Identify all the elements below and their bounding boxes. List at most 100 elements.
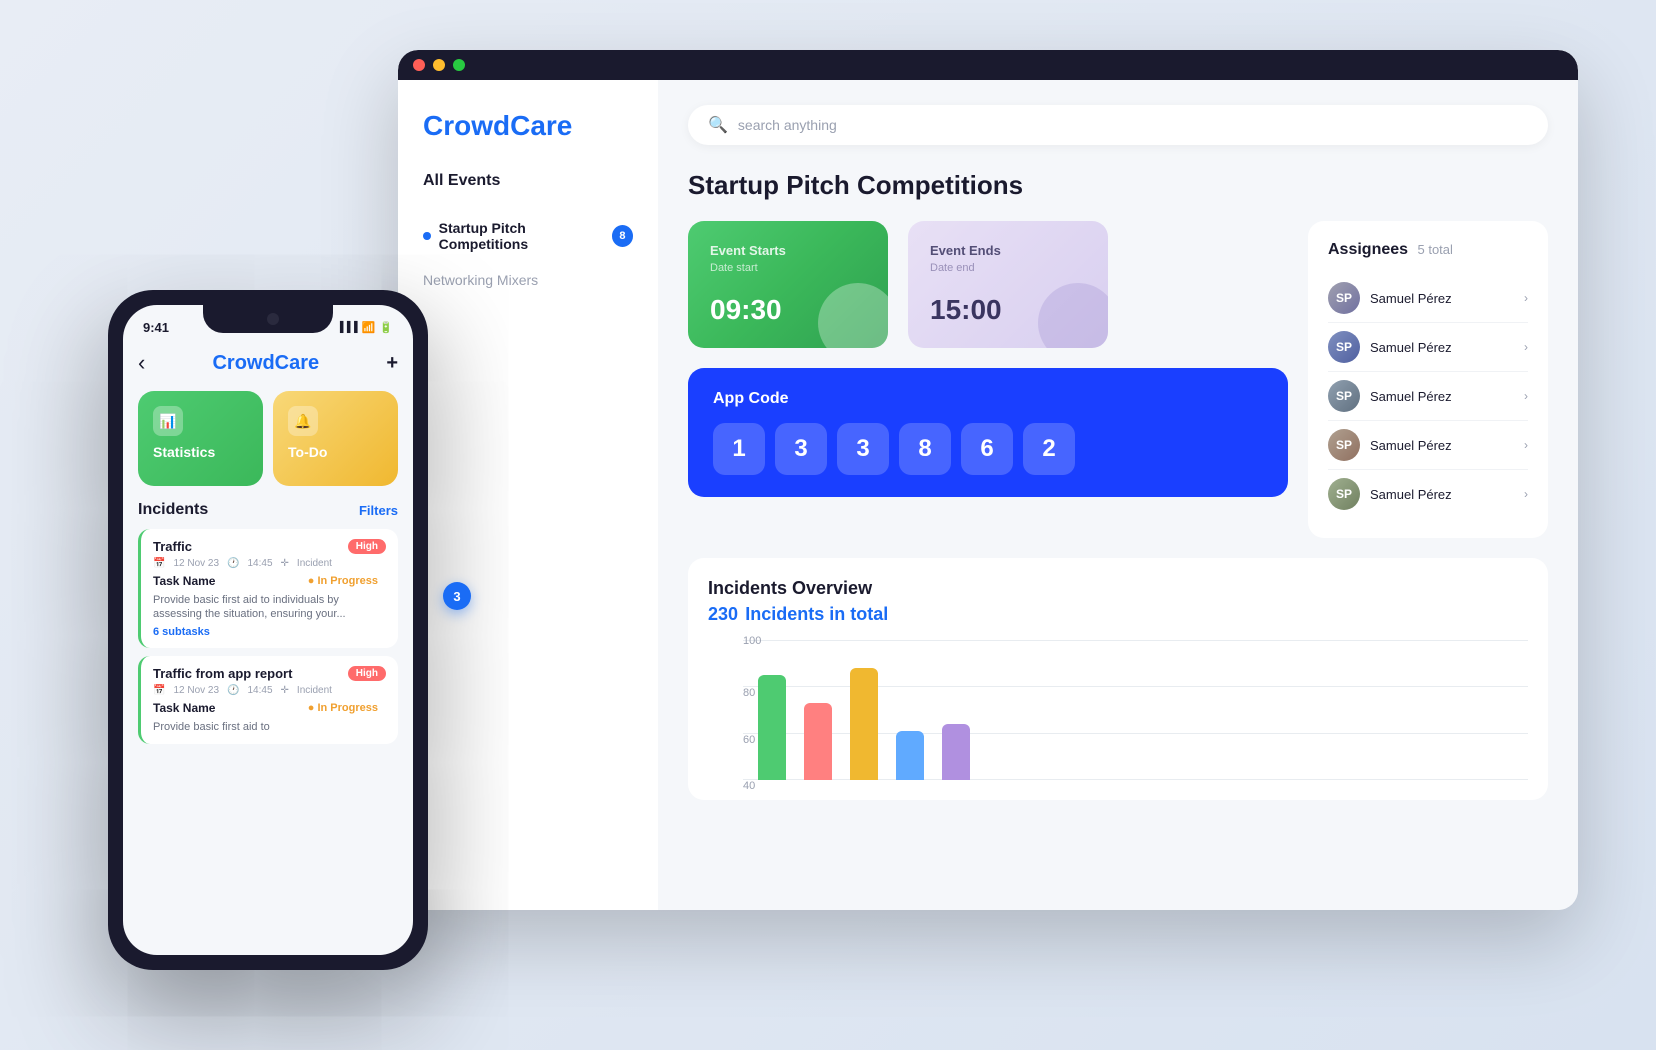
assignee-row-1[interactable]: SP Samuel Pérez › [1328, 323, 1528, 372]
mobile-card-label-0: Statistics [153, 444, 248, 460]
task-name-0: Task Name [153, 574, 215, 588]
task-name-1: Task Name [153, 701, 215, 715]
todo-icon: 🔔 [288, 406, 318, 436]
sidebar-section-title: All Events [423, 172, 633, 190]
back-button[interactable]: ‹ [138, 350, 145, 376]
mobile-card-statistics[interactable]: 📊 Statistics [138, 391, 263, 486]
mobile-incident-1[interactable]: Traffic from app report High 📅 12 Nov 23… [138, 656, 398, 744]
add-button[interactable]: + [386, 352, 398, 375]
camera-icon [267, 313, 279, 325]
mobile-phone: 9:41 ▐▐▐ 📶 🔋 ‹ CrowdCare + 📊 Statistics [108, 290, 428, 970]
y-label-40: 40 [743, 780, 755, 792]
assignee-row-4[interactable]: SP Samuel Pérez › [1328, 470, 1528, 518]
fullscreen-dot[interactable] [453, 59, 465, 71]
assignees-panel: Assignees 5 total SP Samuel Pérez › SP S… [1308, 221, 1548, 538]
incident-date-1: 12 Nov 23 [173, 685, 219, 696]
assignee-row-2[interactable]: SP Samuel Pérez › [1328, 372, 1528, 421]
event-end-sublabel: Date end [930, 262, 1086, 274]
chart-bar-0 [758, 675, 786, 780]
mobile-logo: CrowdCare [212, 352, 319, 375]
chart-bar-1 [804, 703, 832, 780]
incident-header-1: Traffic from app report High [153, 666, 386, 681]
event-start-label: Event Starts [710, 243, 866, 258]
assignee-avatar-2: SP [1328, 380, 1360, 412]
search-bar[interactable]: 🔍 search anything [688, 105, 1548, 145]
event-start-sublabel: Date start [710, 262, 866, 274]
assignee-name-3: Samuel Pérez [1370, 438, 1452, 453]
mobile-inner: 9:41 ▐▐▐ 📶 🔋 ‹ CrowdCare + 📊 Statistics [123, 305, 413, 955]
mobile-incidents-title: Incidents [138, 501, 208, 519]
sidebar-item-startup[interactable]: Startup Pitch Competitions 8 [423, 210, 633, 262]
incident-desc-1: Provide basic first aid to [153, 720, 386, 734]
incident-time-1: 14:45 [248, 685, 273, 696]
chevron-right-icon-3: › [1524, 389, 1528, 403]
wifi-icon: 📶 [362, 321, 376, 334]
assignee-name-1: Samuel Pérez [1370, 340, 1452, 355]
incidents-header: Incidents Overview [708, 578, 1528, 599]
incident-type-icon-2: ✛ [281, 685, 289, 696]
assignee-row-3[interactable]: SP Samuel Pérez › [1328, 421, 1528, 470]
event-cards-row: Event Starts Date start 09:30 Event Ends… [688, 221, 1288, 348]
incidents-count: 230 Incidents in total [708, 604, 1528, 625]
incident-badge-1: High [348, 666, 386, 681]
mobile-section-header: Incidents Filters [138, 501, 398, 519]
incident-type-0: Incident [297, 558, 332, 569]
code-digit-5: 2 [1023, 423, 1075, 475]
card-decoration [818, 283, 888, 348]
app-code-digits: 1 3 3 8 6 2 [713, 423, 1263, 475]
mobile-filters-button[interactable]: Filters [359, 503, 398, 518]
search-placeholder: search anything [738, 117, 837, 133]
incident-task-header-1: Task Name ● In Progress [153, 700, 386, 716]
chevron-right-icon: › [1524, 291, 1528, 305]
incident-desc-0: Provide basic first aid to individuals b… [153, 593, 386, 622]
sidebar-item-label-2: Networking Mixers [423, 272, 538, 288]
sidebar: CrowdCare All Events Startup Pitch Compe… [398, 80, 658, 910]
scene: CrowdCare All Events Startup Pitch Compe… [78, 50, 1578, 1000]
chevron-right-icon-5: › [1524, 487, 1528, 501]
code-digit-2: 3 [837, 423, 889, 475]
assignee-name-2: Samuel Pérez [1370, 389, 1452, 404]
assignee-name-0: Samuel Pérez [1370, 291, 1452, 306]
search-icon: 🔍 [708, 115, 728, 135]
chart-area: 100 80 60 40 [708, 640, 1528, 780]
mobile-signal-icons: ▐▐▐ 📶 🔋 [336, 316, 393, 334]
assignees-header: Assignees 5 total [1328, 241, 1528, 259]
chart-bars [718, 640, 1518, 780]
clock-icon: 🕐 [227, 558, 239, 569]
mobile-card-todo[interactable]: 🔔 To-Do [273, 391, 398, 486]
sidebar-item-label: Startup Pitch Competitions [439, 220, 612, 252]
assignee-avatar-1: SP [1328, 331, 1360, 363]
incident-header-0: Traffic High [153, 539, 386, 554]
chevron-right-icon-2: › [1524, 340, 1528, 354]
clock-icon-2: 🕐 [227, 685, 239, 696]
event-card-start: Event Starts Date start 09:30 [688, 221, 888, 348]
sidebar-item-networking[interactable]: Networking Mixers [423, 262, 633, 298]
mobile-incident-0[interactable]: Traffic High 📅 12 Nov 23 🕐 14:45 ✛ Incid… [138, 529, 398, 648]
statistics-icon: 📊 [153, 406, 183, 436]
code-digit-0: 1 [713, 423, 765, 475]
event-card-end: Event Ends Date end 15:00 [908, 221, 1108, 348]
incident-meta-0: 📅 12 Nov 23 🕐 14:45 ✛ Incident [153, 558, 386, 569]
calendar-icon-2: 📅 [153, 685, 165, 696]
assignee-name-4: Samuel Pérez [1370, 487, 1452, 502]
incident-date-0: 12 Nov 23 [173, 558, 219, 569]
incident-time-0: 14:45 [248, 558, 273, 569]
incident-title-0: Traffic [153, 539, 192, 554]
desktop-topbar [398, 50, 1578, 80]
close-dot[interactable] [413, 59, 425, 71]
incident-badge-0: High [348, 539, 386, 554]
incident-task-header-0: Task Name ● In Progress [153, 573, 386, 589]
code-digit-3: 8 [899, 423, 951, 475]
assignees-count: 5 total [1418, 242, 1453, 257]
minimize-dot[interactable] [433, 59, 445, 71]
mobile-content: ‹ CrowdCare + 📊 Statistics 🔔 To-Do Inc [123, 305, 413, 955]
battery-icon: 🔋 [379, 321, 393, 334]
assignee-avatar-0: SP [1328, 282, 1360, 314]
incidents-section: Incidents Overview 230 Incidents in tota… [688, 558, 1548, 800]
mobile-card-label-1: To-Do [288, 444, 383, 460]
assignee-row-0[interactable]: SP Samuel Pérez › [1328, 274, 1528, 323]
incident-meta-1: 📅 12 Nov 23 🕐 14:45 ✛ Incident [153, 685, 386, 696]
main-content: 🔍 search anything Startup Pitch Competit… [658, 80, 1578, 910]
calendar-icon: 📅 [153, 558, 165, 569]
mobile-notch [203, 305, 333, 333]
